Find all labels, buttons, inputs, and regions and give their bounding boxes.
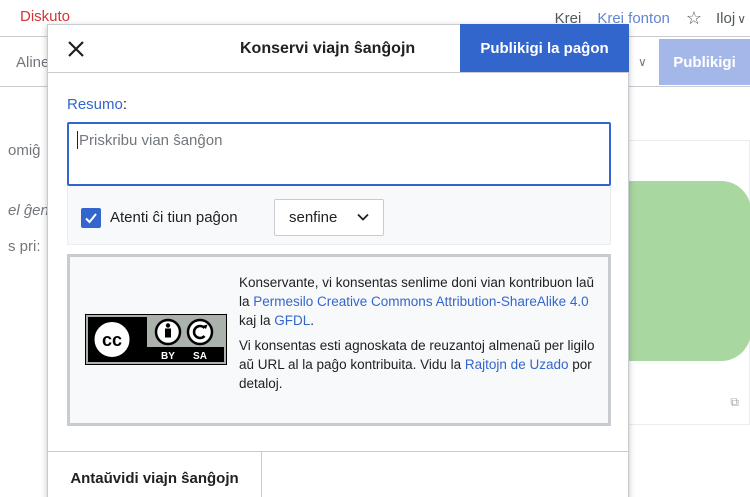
license-paragraph: Konservante, vi konsentas senlime doni v… xyxy=(239,275,594,328)
align-menu[interactable]: Aline xyxy=(16,54,49,71)
summary-label: Resumo: xyxy=(67,96,128,113)
watch-checkbox[interactable] xyxy=(81,208,101,228)
article-text: s pri: xyxy=(8,238,41,255)
preview-changes-button[interactable]: Antaŭvidi viajn ŝanĝojn xyxy=(48,452,262,497)
svg-text:cc: cc xyxy=(102,330,122,350)
tools-menu[interactable]: Iloj xyxy=(716,10,735,27)
save-dialog: Konservi viajn ŝanĝojn Publikigi la paĝo… xyxy=(47,24,629,497)
license-notice: cc BY SA Konservante, vi konsentas senli… xyxy=(67,254,611,426)
close-icon xyxy=(68,41,84,57)
chevron-down-icon[interactable]: ∨ xyxy=(737,12,746,26)
terms-of-use-link[interactable]: Rajtojn de Uzado xyxy=(465,357,569,372)
dialog-header: Konservi viajn ŝanĝojn Publikigi la paĝo… xyxy=(48,24,629,73)
star-icon[interactable]: ☆ xyxy=(686,8,702,29)
license-text: Konservante, vi konsentas senlime doni v… xyxy=(239,273,599,393)
svg-text:BY: BY xyxy=(161,351,175,362)
license-paragraph: Vi konsentas esti agnoskata de reuzantoj… xyxy=(239,338,595,391)
tab-discussion[interactable]: Diskuto xyxy=(20,8,70,25)
save-options: Atenti ĉi tiun paĝon senfine xyxy=(67,186,611,245)
chevron-down-icon xyxy=(357,213,369,221)
cc-by-sa-icon: cc BY SA xyxy=(85,314,227,365)
gfdl-link[interactable]: GFDL xyxy=(274,313,310,328)
watch-period-value: senfine xyxy=(289,209,338,226)
summary-input[interactable] xyxy=(67,122,611,186)
toolbar-publish-button[interactable]: Publikigi xyxy=(659,39,750,85)
publish-button[interactable]: Publikigi la paĝon xyxy=(460,24,629,72)
resize-icon[interactable]: ⧉ xyxy=(730,395,739,410)
chevron-down-icon[interactable]: ∨ xyxy=(638,55,647,69)
watch-label[interactable]: Atenti ĉi tiun paĝon xyxy=(110,209,238,226)
article-text: omiĝ xyxy=(8,142,41,159)
checkmark-icon xyxy=(85,213,97,224)
article-text: el ĝen xyxy=(8,202,49,219)
close-button[interactable] xyxy=(62,35,90,63)
dialog-title: Konservi viajn ŝanĝojn xyxy=(240,40,416,57)
cc-license-link[interactable]: Permesilo Creative Commons Attribution-S… xyxy=(253,294,588,309)
text-caret xyxy=(77,131,78,149)
svg-text:SA: SA xyxy=(193,351,207,362)
watch-period-dropdown[interactable]: senfine xyxy=(274,199,384,236)
